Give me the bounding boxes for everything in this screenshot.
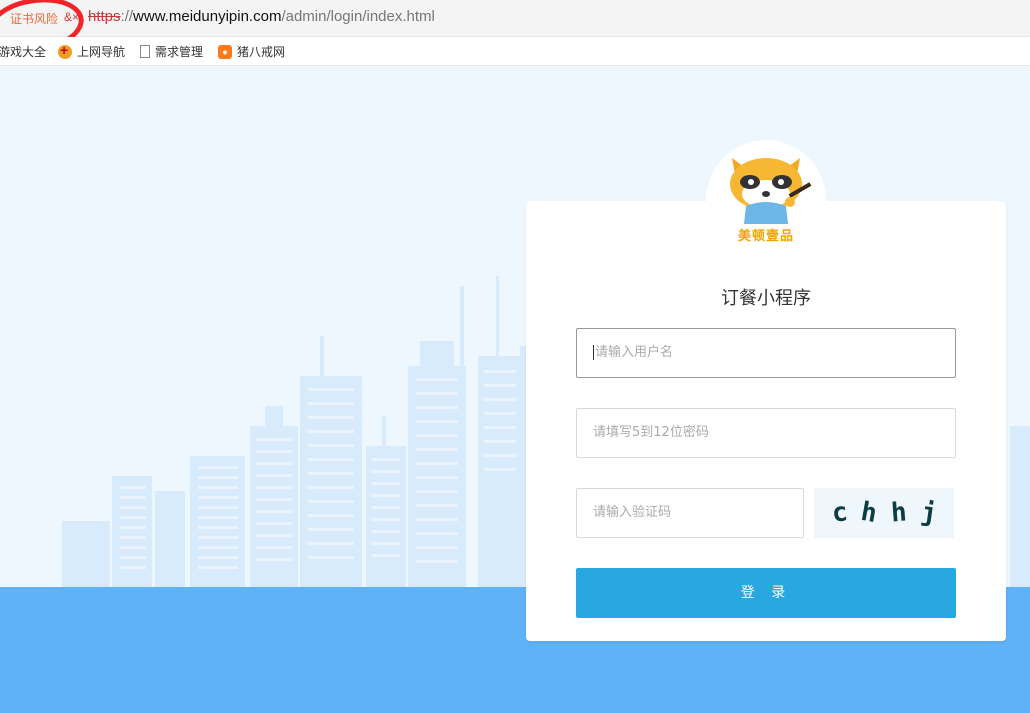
url-path: /admin/login/index.html (281, 8, 435, 25)
captcha-input[interactable]: 请输入验证码 (576, 488, 804, 538)
pig-icon: ● (218, 44, 232, 59)
bookmark-web-nav[interactable]: 上网导航 (58, 42, 126, 60)
brand-logo: 美顿壹品 (706, 140, 826, 260)
url-host: www.meidunyipin.com (133, 8, 282, 25)
bookmark-label: 游戏大全 (0, 45, 47, 59)
captcha-char: h (889, 497, 908, 529)
bookmark-label: 猪八戒网 (237, 45, 286, 59)
bookmark-requirements[interactable]: 需求管理 (140, 43, 203, 60)
document-icon (140, 45, 150, 58)
url-scheme: https (88, 8, 121, 25)
bookmarks-bar: 游戏大全 上网导航 需求管理 ● 猪八戒网 (0, 37, 1030, 66)
password-input[interactable]: 请填写5到12位密码 (576, 408, 956, 458)
username-placeholder: 请输入用户名 (595, 345, 674, 360)
brand-logo-text: 美顿壹品 (737, 229, 794, 244)
bookmark-games[interactable]: 游戏大全 (0, 43, 46, 60)
username-input[interactable]: 请输入用户名 (576, 328, 956, 378)
captcha-placeholder: 请输入验证码 (593, 505, 672, 520)
password-placeholder: 请填写5到12位密码 (593, 425, 709, 440)
bookmark-label: 上网导航 (77, 45, 126, 59)
browser-address-bar: 证书风险 &× https://www.meidunyipin.com/admi… (0, 0, 1030, 59)
login-card: 订餐小程序 请输入用户名 请填写5到12位密码 请输入验证码 c h h j 登… (526, 201, 1006, 641)
captcha-char: h (858, 496, 880, 530)
url-field[interactable]: https://www.meidunyipin.com/admin/login/… (88, 8, 435, 25)
url-separator: :// (120, 8, 134, 25)
nav-icon (58, 42, 72, 59)
login-title: 订餐小程序 (721, 288, 811, 309)
login-button[interactable]: 登 录 (576, 568, 956, 618)
text-caret (593, 345, 594, 360)
bookmark-zbj[interactable]: ● 猪八戒网 (218, 43, 285, 60)
captcha-image[interactable]: c h h j (814, 488, 954, 538)
captcha-char: c (830, 497, 849, 529)
captcha-char: j (918, 497, 939, 529)
bookmark-label: 需求管理 (155, 45, 204, 59)
